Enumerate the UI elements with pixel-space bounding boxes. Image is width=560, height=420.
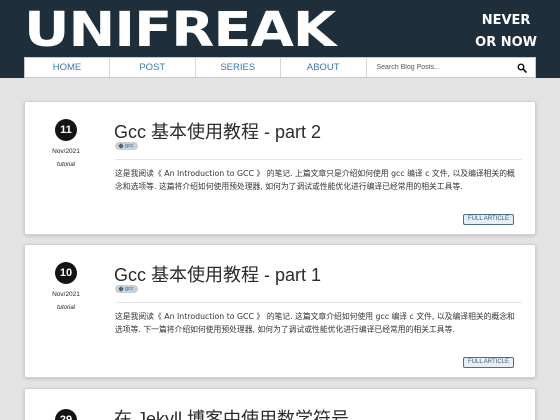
post-category[interactable]: tutorial: [41, 305, 91, 311]
search-input[interactable]: [376, 61, 517, 74]
post-tag[interactable]: gcc: [115, 285, 138, 293]
post-month-year: Nov/2021: [52, 291, 80, 298]
nav-item-series[interactable]: SERIES: [196, 58, 281, 77]
post-excerpt: 这是我阅读《 An Introduction to GCC 》 的笔记. 这篇文…: [115, 312, 515, 334]
full-article-button[interactable]: FULL ARTICLE: [462, 214, 514, 225]
nav-item-home[interactable]: HOME: [25, 58, 110, 77]
post-title[interactable]: 在 Jekyll 博客中使用数学符号: [114, 405, 349, 420]
post-month-year: Nov/2021: [52, 148, 80, 155]
tag-icon: [118, 143, 124, 149]
main-nav: HOME POST SERIES ABOUT: [24, 57, 536, 78]
post-day-badge: 11: [55, 119, 77, 141]
site-slogan: NEVER OR NOW: [475, 10, 537, 54]
tag-icon: [118, 286, 124, 292]
post-card: 29 在 Jekyll 博客中使用数学符号: [24, 388, 536, 420]
post-title[interactable]: Gcc 基本使用教程 - part 2: [114, 118, 321, 144]
post-divider: [115, 159, 522, 160]
full-article-button[interactable]: FULL ARTICLE: [462, 357, 514, 368]
nav-item-about[interactable]: ABOUT: [281, 58, 367, 77]
post-divider: [115, 302, 522, 303]
post-day-badge: 10: [55, 262, 77, 284]
site-logo[interactable]: UNIFREAK: [24, 2, 336, 58]
post-card: 10 Nov/2021 tutorial Gcc 基本使用教程 - part 1…: [24, 244, 536, 378]
nav-item-post[interactable]: POST: [110, 58, 196, 77]
post-excerpt: 这是我阅读《 An Introduction to GCC 》 的笔记. 上篇文…: [115, 169, 515, 191]
slogan-line-2: OR NOW: [475, 35, 537, 50]
post-category[interactable]: tutorial: [41, 162, 91, 168]
post-tag[interactable]: gcc: [115, 142, 138, 150]
post-day-badge: 29: [55, 409, 77, 420]
post-tag-label: gcc: [125, 143, 134, 149]
slogan-line-1: NEVER: [481, 13, 531, 28]
search-icon[interactable]: [517, 63, 527, 73]
nav-search: [367, 58, 536, 77]
post-card: 11 Nov/2021 tutorial Gcc 基本使用教程 - part 2…: [24, 101, 536, 235]
post-title[interactable]: Gcc 基本使用教程 - part 1: [114, 261, 321, 287]
post-tag-label: gcc: [125, 286, 134, 292]
